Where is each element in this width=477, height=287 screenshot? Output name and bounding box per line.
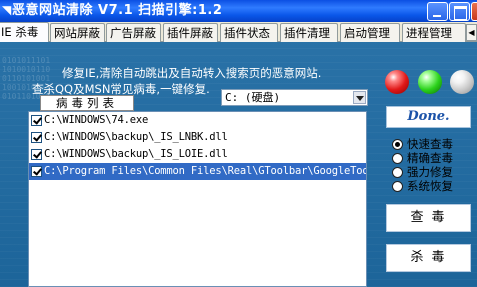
radio-label: 快速查毒 (407, 137, 453, 151)
checkbox[interactable] (31, 166, 42, 177)
list-item-path: C:\WINDOWS\backup\_IS_LNBK.dll (44, 131, 228, 143)
green-light-icon (418, 70, 442, 94)
tab-ad-block[interactable]: 广告屏蔽 (106, 23, 161, 42)
radio-dot[interactable] (392, 167, 403, 178)
list-item-path: C:\Program Files\Common Files\Real\GTool… (44, 165, 367, 177)
list-item-path: C:\WINDOWS\backup\_IS_LOIE.dll (44, 148, 228, 160)
radio-dot[interactable] (392, 153, 403, 164)
list-item[interactable]: C:\WINDOWS\74.exe (29, 112, 366, 129)
kill-button[interactable]: 杀毒 (386, 244, 471, 272)
radio-label: 系统恢复 (407, 179, 453, 193)
virus-list[interactable]: C:\WINDOWS\74.exe C:\WINDOWS\backup\_IS_… (28, 111, 367, 287)
checkbox[interactable] (31, 115, 42, 126)
window-title: 恶意网站清除 V7.1 扫描引擎:1.2 (12, 3, 223, 18)
tab-startup-manager[interactable]: 启动管理 (340, 23, 400, 42)
drive-select-value: C: (硬盘) (225, 91, 281, 104)
drive-select[interactable]: C: (硬盘) (221, 89, 368, 106)
main-panel: 0101011101 1010010110 0110101001 1001010… (0, 42, 477, 287)
list-item-selected[interactable]: C:\Program Files\Common Files\Real\GTool… (29, 163, 367, 180)
tab-process-manager[interactable]: 进程管理 (402, 23, 466, 42)
tab-bar: IE 杀毒 网站屏蔽 广告屏蔽 插件屏蔽 插件状态 插件清理 启动管理 进程管理… (0, 22, 477, 42)
checkbox[interactable] (31, 149, 42, 160)
list-item-path: C:\WINDOWS\74.exe (44, 114, 149, 126)
done-status-badge: Done. (386, 106, 471, 128)
chevron-down-icon[interactable] (353, 91, 366, 104)
gray-light-icon (450, 70, 474, 94)
radio-dot[interactable] (392, 181, 403, 192)
tab-plugin-block[interactable]: 插件屏蔽 (163, 23, 218, 42)
description-line-2: 查杀QQ及MSN常见病毒,一键修复. (32, 82, 210, 96)
description-line-1: 修复IE,清除自动跳出及自动转入搜索页的恶意网站. (62, 66, 322, 80)
tab-plugin-clean[interactable]: 插件清理 (280, 23, 338, 42)
red-light-icon (385, 70, 409, 94)
tab-plugin-status[interactable]: 插件状态 (220, 23, 278, 42)
list-item[interactable]: C:\WINDOWS\backup\_IS_LNBK.dll (29, 129, 366, 146)
close-button[interactable] (471, 2, 477, 21)
maximize-button[interactable] (449, 2, 470, 21)
scan-button[interactable]: 查毒 (386, 204, 471, 232)
list-item[interactable]: C:\WINDOWS\backup\_IS_LOIE.dll (29, 146, 366, 163)
tab-scroll-left-icon[interactable]: ◀ (466, 24, 477, 41)
checkbox[interactable] (31, 132, 42, 143)
radio-label: 精确查毒 (407, 151, 453, 165)
app-icon: ◥ (2, 3, 12, 17)
minimize-button[interactable] (427, 2, 448, 21)
tab-site-block[interactable]: 网站屏蔽 (50, 23, 105, 42)
title-bar: ◥ 恶意网站清除 V7.1 扫描引擎:1.2 (0, 0, 477, 22)
virus-list-header: 病毒列表 (40, 95, 134, 111)
tab-ie-antivirus[interactable]: IE 杀毒 (0, 22, 49, 42)
radio-label: 强力修复 (407, 165, 453, 179)
radio-dot[interactable] (392, 139, 403, 150)
